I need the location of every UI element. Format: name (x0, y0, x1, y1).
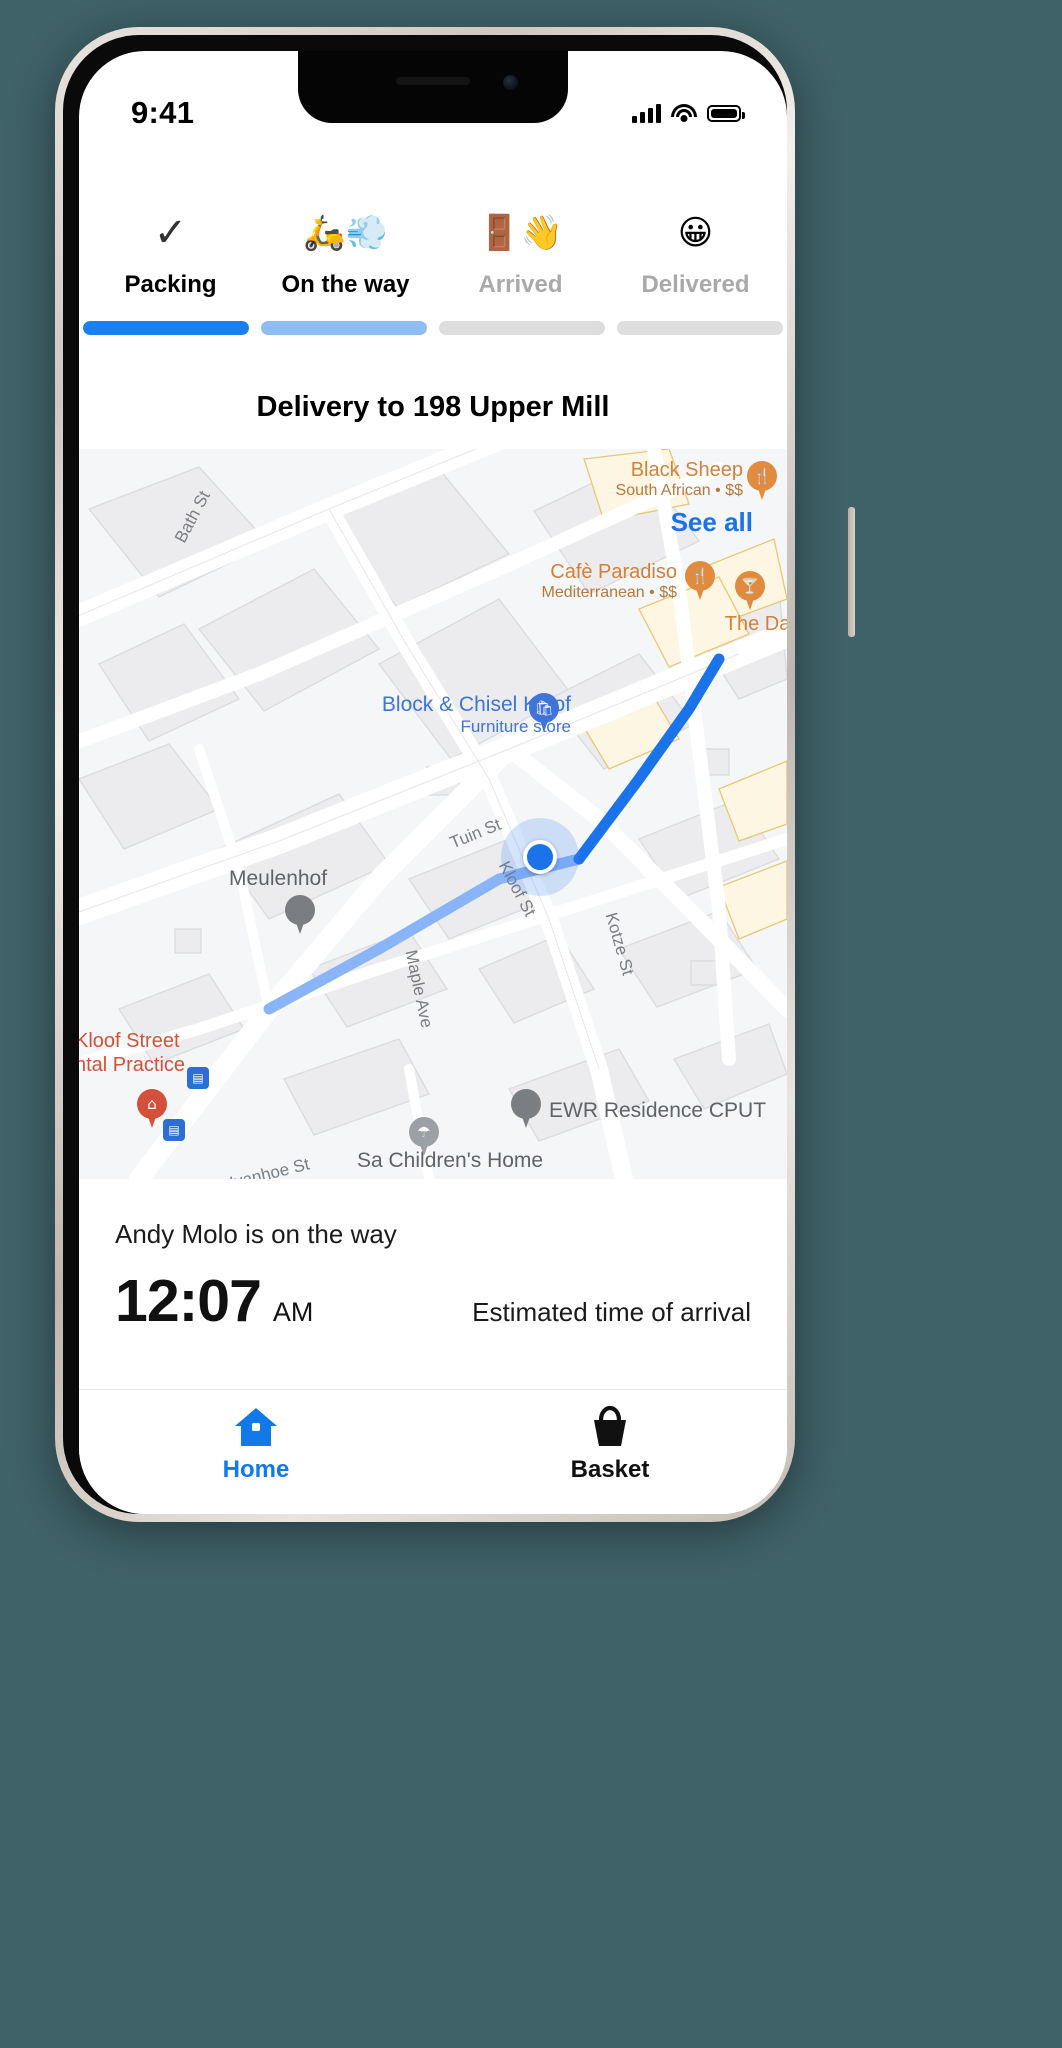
front-camera-icon (503, 75, 518, 90)
poi-meulenhof[interactable]: Meulenhof (229, 867, 327, 891)
battery-icon (707, 104, 745, 122)
delivery-destination-title: Delivery to 198 Upper Mill (256, 391, 610, 423)
basket-icon (588, 1404, 632, 1450)
stepper-progress-bars (79, 321, 787, 335)
step-arrived-label: Arrived (478, 271, 563, 298)
progress-bar-delivered (617, 321, 783, 335)
step-delivered[interactable]: 😀 Delivered (608, 211, 783, 299)
phone-frame: 9:41 ✓ Packing 🛵💨 On the way 🚪👋 Arrived … (55, 27, 855, 1522)
poi-the-dar[interactable]: The Dar (725, 613, 787, 636)
eta-time-group: 12:07 AM (115, 1267, 313, 1335)
progress-bar-arrived (439, 321, 605, 335)
check-mark-icon: ✓ (153, 210, 188, 256)
status-bar-indicators (632, 103, 745, 123)
cellular-signal-icon (632, 103, 661, 123)
door-wave-icon: 🚪👋 (478, 213, 563, 253)
tab-basket-label: Basket (570, 1456, 650, 1483)
poi-kloof-street-dental-practice[interactable]: Kloof Street ntal Practice (79, 1029, 185, 1077)
eta-ampm: AM (272, 1297, 314, 1327)
stepper-icons-row: ✓ Packing 🛵💨 On the way 🚪👋 Arrived 😀 Del… (79, 211, 787, 299)
notch (298, 51, 568, 123)
delivery-status-sheet: Andy Molo is on the way 12:07 AM Estimat… (79, 1179, 787, 1389)
store-pin-icon[interactable]: 🛍 (529, 693, 559, 733)
see-all-link[interactable]: See all (671, 507, 753, 538)
place-pin-icon[interactable] (285, 895, 315, 935)
eta-row: 12:07 AM Estimated time of arrival (115, 1267, 751, 1335)
screenshot-root: 9:41 ✓ Packing 🛵💨 On the way 🚪👋 Arrived … (0, 0, 1062, 2048)
earpiece-speaker (396, 77, 470, 85)
eta-time: 12:07 (115, 1268, 262, 1334)
restaurant-pin-icon[interactable]: 🍴 (747, 461, 777, 501)
step-packing-label: Packing (124, 271, 217, 298)
step-packing[interactable]: ✓ Packing (83, 211, 258, 299)
phone-screen: 9:41 ✓ Packing 🛵💨 On the way 🚪👋 Arrived … (79, 51, 787, 1514)
delivery-progress-stepper: ✓ Packing 🛵💨 On the way 🚪👋 Arrived 😀 Del… (79, 211, 787, 335)
bar-pin-icon[interactable]: 🍸 (735, 571, 765, 611)
restaurant-pin-icon[interactable]: 🍴 (685, 561, 715, 601)
courier-status-text: Andy Molo is on the way (115, 1219, 397, 1249)
home-icon (233, 1404, 279, 1450)
step-on-the-way[interactable]: 🛵💨 On the way (258, 211, 433, 299)
delivery-map[interactable]: Black Sheep South African • $$ 🍴 See all… (79, 449, 787, 1179)
courier-location-dot[interactable] (501, 818, 579, 896)
tab-home-label: Home (222, 1456, 290, 1483)
smiley-face-icon: 😀 (677, 213, 714, 253)
progress-bar-packing (83, 321, 249, 335)
transit-stop-icon[interactable]: ▤ (163, 1119, 185, 1141)
step-delivered-label: Delivered (641, 271, 750, 298)
tab-home[interactable]: Home (79, 1390, 433, 1514)
step-arrived[interactable]: 🚪👋 Arrived (433, 211, 608, 299)
power-button[interactable] (848, 507, 855, 637)
poi-cafe-paradiso[interactable]: Cafè Paradiso Mediterranean • $$ (542, 561, 677, 602)
eta-caption: Estimated time of arrival (472, 1297, 751, 1327)
step-on-the-way-label: On the way (281, 271, 410, 298)
bottom-tab-bar: Home Basket (79, 1389, 787, 1514)
place-pin-icon[interactable] (511, 1089, 541, 1129)
scooter-icon: 🛵💨 (303, 213, 388, 253)
place-pin-icon[interactable]: ☂ (409, 1117, 439, 1157)
progress-bar-on-the-way (261, 321, 427, 335)
map-base-layer (79, 449, 787, 1179)
status-bar-time: 9:41 (131, 95, 195, 130)
phone-bezel: 9:41 ✓ Packing 🛵💨 On the way 🚪👋 Arrived … (63, 35, 787, 1514)
poi-ewr-residence-cput[interactable]: EWR Residence CPUT (549, 1099, 766, 1123)
transit-stop-icon[interactable]: ▤ (187, 1067, 209, 1089)
wifi-icon (671, 103, 697, 123)
poi-black-sheep[interactable]: Black Sheep South African • $$ (616, 459, 743, 500)
tab-basket[interactable]: Basket (433, 1390, 787, 1514)
poi-sa-childrens-home[interactable]: Sa Children's Home (357, 1149, 543, 1173)
